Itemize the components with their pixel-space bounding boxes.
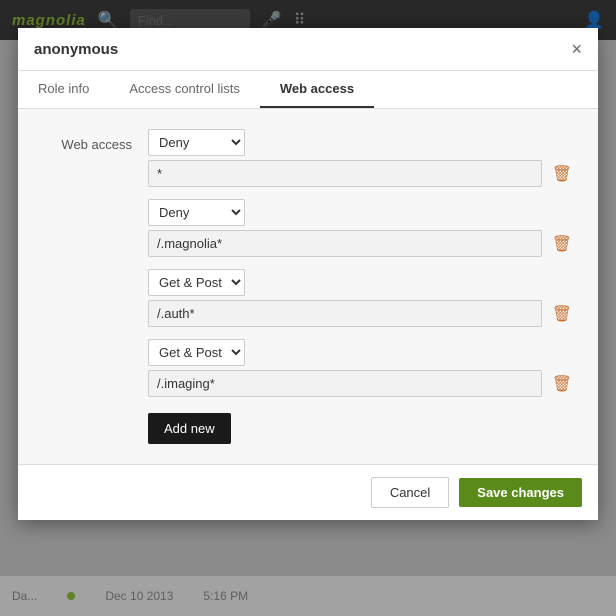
access-select-3[interactable]: Deny Allow Get & Post [148, 269, 245, 296]
delete-button-2[interactable]: 🗑 [550, 232, 574, 256]
delete-icon-1: 🗑 [552, 164, 572, 184]
row2-path-row: 🗑 [148, 230, 574, 257]
dialog: anonymous × Role info Access control lis… [18, 28, 598, 520]
path-input-3[interactable] [148, 300, 542, 327]
dialog-footer: Cancel Save changes [18, 464, 598, 520]
access-rows: Deny Allow Get & Post 🗑 [148, 129, 574, 444]
path-input-4[interactable] [148, 370, 542, 397]
dialog-tabs: Role info Access control lists Web acces… [18, 71, 598, 109]
add-new-button[interactable]: Add new [148, 413, 231, 444]
web-access-section: Web access Deny Allow Get & Post [42, 129, 574, 444]
access-select-4[interactable]: Deny Allow Get & Post [148, 339, 245, 366]
dialog-overlay: anonymous × Role info Access control lis… [0, 0, 616, 616]
row4-path-row: 🗑 [148, 370, 574, 397]
row1-top: Deny Allow Get & Post [148, 129, 574, 156]
delete-icon-3: 🗑 [552, 304, 572, 324]
access-row-4: Deny Allow Get & Post 🗑 [148, 339, 574, 397]
tab-acl[interactable]: Access control lists [109, 71, 260, 108]
path-input-1[interactable] [148, 160, 542, 187]
delete-button-1[interactable]: 🗑 [550, 162, 574, 186]
delete-icon-2: 🗑 [552, 234, 572, 254]
tab-role-info[interactable]: Role info [18, 71, 109, 108]
row2-top: Deny Allow Get & Post [148, 199, 574, 226]
delete-button-3[interactable]: 🗑 [550, 302, 574, 326]
cancel-button[interactable]: Cancel [371, 477, 449, 508]
web-access-label: Web access [42, 129, 132, 444]
dialog-title: anonymous [34, 41, 118, 58]
access-row-2: Deny Allow Get & Post 🗑 [148, 199, 574, 257]
tab-web-access[interactable]: Web access [260, 71, 374, 108]
access-select-2[interactable]: Deny Allow Get & Post [148, 199, 245, 226]
access-row-3: Deny Allow Get & Post 🗑 [148, 269, 574, 327]
dialog-header: anonymous × [18, 28, 598, 71]
row4-top: Deny Allow Get & Post [148, 339, 574, 366]
path-input-2[interactable] [148, 230, 542, 257]
dialog-body: Web access Deny Allow Get & Post [18, 109, 598, 464]
access-select-1[interactable]: Deny Allow Get & Post [148, 129, 245, 156]
row3-top: Deny Allow Get & Post [148, 269, 574, 296]
access-row-1: Deny Allow Get & Post 🗑 [148, 129, 574, 187]
delete-icon-4: 🗑 [552, 374, 572, 394]
save-button[interactable]: Save changes [459, 478, 582, 507]
delete-button-4[interactable]: 🗑 [550, 372, 574, 396]
close-button[interactable]: × [571, 40, 582, 58]
row3-path-row: 🗑 [148, 300, 574, 327]
row1-path-row: 🗑 [148, 160, 574, 187]
